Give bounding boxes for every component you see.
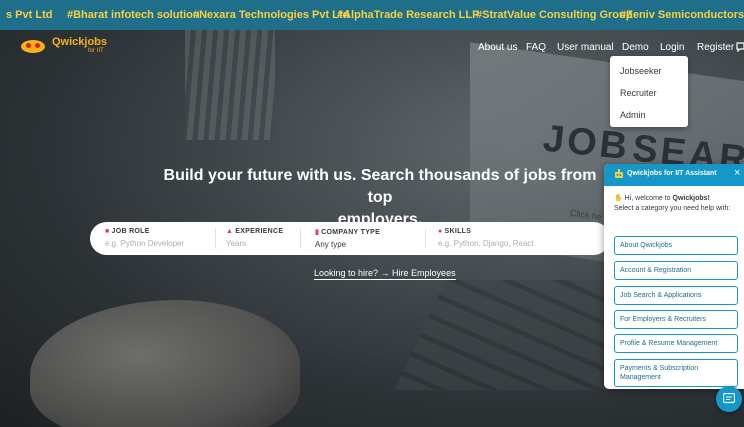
person-icon: ▲ [226, 228, 234, 235]
brand-subtitle: for IIT [88, 48, 104, 54]
chat-option-payments[interactable]: Payments & Subscription Management [614, 359, 738, 387]
briefcase-icon: ■ [105, 228, 110, 235]
ticker-item[interactable]: #AlphaTrade Research LLP [337, 9, 479, 21]
greeting-prefix: Hi, welcome to [624, 195, 671, 202]
chat-toggle-button[interactable] [716, 386, 742, 412]
wave-icon: ✋ [614, 195, 623, 202]
ticker-item[interactable]: #Bharat infotech solution [67, 9, 200, 21]
nav-register[interactable]: Register [697, 42, 734, 53]
job-role-input[interactable]: e.g. Python Developer [105, 239, 184, 248]
job-role-field[interactable]: ■ JOB ROLE e.g. Python Developer [105, 228, 184, 248]
building-icon: ▮ [315, 229, 320, 236]
nav-about-us[interactable]: About us [478, 42, 517, 53]
brand-name[interactable]: Qwickjobs [52, 36, 107, 48]
job-search-bar: ■ JOB ROLE e.g. Python Developer ▲ EXPERIE… [90, 222, 610, 255]
ticker-item[interactable]: #StratValue Consulting Group [476, 9, 632, 21]
chat-option-profile[interactable]: Profile & Resume Management [614, 334, 738, 353]
experience-field[interactable]: ▲ EXPERIENCE Years [226, 228, 283, 248]
nav-demo[interactable]: Demo [622, 42, 649, 53]
ticker-item[interactable]: #Nexara Technologies Pvt Ltd [193, 9, 349, 21]
ticker-item[interactable]: #Zeniv Semiconductors Pvt L [620, 9, 744, 21]
menu-item-recruiter[interactable]: Recruiter [620, 88, 657, 98]
company-type-label: COMPANY TYPE [321, 229, 381, 236]
experience-label: EXPERIENCE [235, 228, 284, 235]
nav-login[interactable]: Login [660, 42, 684, 53]
chat-welcome-message: ✋ Hi, welcome to Qwickjobs! Select a cat… [614, 194, 742, 214]
users-icon: ● [438, 228, 443, 235]
headline-line-1: Build your future with us. Search thousa… [163, 167, 597, 206]
skills-field[interactable]: ● SKILLS e.g. Python, Django, React [438, 228, 534, 248]
close-icon[interactable]: × [734, 167, 740, 179]
company-type-select[interactable]: Any type [315, 240, 380, 249]
chat-header: Qwickjobs for IIT Assistant × [604, 164, 744, 186]
divider [215, 229, 216, 248]
divider [425, 229, 426, 248]
menu-item-jobseeker[interactable]: Jobseeker [620, 66, 662, 76]
chat-bubble-icon[interactable] [736, 42, 744, 52]
demo-dropdown-menu: Jobseeker Recruiter Admin [610, 56, 688, 127]
divider [300, 229, 301, 248]
job-role-label: JOB ROLE [111, 228, 150, 235]
message-icon [723, 393, 735, 404]
hire-employees-link[interactable]: Looking to hire? → Hire Employees [314, 268, 456, 280]
skills-label: SKILLS [444, 228, 472, 235]
assistant-chat-panel: Qwickjobs for IIT Assistant × ✋ Hi, welc… [604, 164, 744, 389]
chat-option-job-search[interactable]: Job Search & Applications [614, 286, 738, 305]
skills-input[interactable]: e.g. Python, Django, React [438, 239, 534, 248]
nav-user-manual[interactable]: User manual [557, 42, 614, 53]
chat-title: Qwickjobs for IIT Assistant [627, 170, 717, 177]
greeting-rest: Select a category you need help with: [614, 205, 731, 212]
chat-option-account[interactable]: Account & Registration [614, 261, 738, 280]
company-type-field[interactable]: ▮ COMPANY TYPE Any type [315, 228, 380, 249]
company-ticker: s Pvt Ltd #Bharat infotech solution #Nex… [0, 0, 744, 30]
nav-faq[interactable]: FAQ [526, 42, 546, 53]
chat-option-employers[interactable]: For Employers & Recruiters [614, 310, 738, 329]
robot-icon [615, 169, 623, 178]
greeting-brand: Qwickjobs! [672, 195, 710, 202]
menu-item-admin[interactable]: Admin [620, 110, 646, 120]
ticker-item[interactable]: s Pvt Ltd [6, 9, 52, 21]
experience-input[interactable]: Years [226, 239, 283, 248]
chat-option-about[interactable]: About Qwickjobs [614, 236, 738, 255]
logo-icon[interactable] [21, 38, 45, 54]
